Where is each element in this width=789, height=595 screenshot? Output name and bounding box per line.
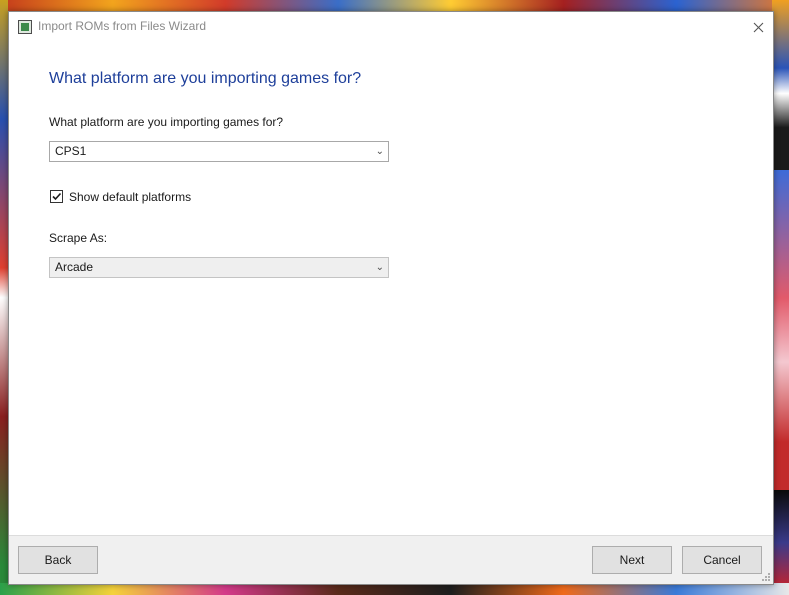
title-bar: Import ROMs from Files Wizard: [9, 12, 773, 42]
next-button[interactable]: Next: [592, 546, 672, 574]
wizard-footer: Back Next Cancel: [9, 535, 773, 584]
platform-dropdown[interactable]: CPS1 ⌄: [49, 141, 389, 162]
checkmark-icon: [52, 192, 62, 201]
chevron-down-icon: ⌄: [375, 146, 384, 157]
close-icon: [753, 22, 763, 32]
app-icon: [18, 20, 32, 34]
platform-label: What platform are you importing games fo…: [49, 115, 284, 129]
back-button[interactable]: Back: [18, 546, 98, 574]
page-heading: What platform are you importing games fo…: [49, 70, 362, 87]
cancel-button[interactable]: Cancel: [682, 546, 762, 574]
show-default-platforms-label[interactable]: Show default platforms: [69, 190, 191, 204]
show-default-platforms-checkbox[interactable]: [50, 190, 63, 203]
platform-value: CPS1: [55, 144, 87, 158]
close-button[interactable]: [743, 12, 773, 42]
scrape-as-value: Arcade: [55, 260, 94, 274]
chevron-down-icon: ⌄: [375, 262, 384, 273]
resize-grip-icon[interactable]: [761, 572, 771, 582]
import-wizard-window: Import ROMs from Files Wizard What platf…: [8, 11, 774, 585]
scrape-as-label: Scrape As:: [49, 231, 108, 245]
scrape-as-dropdown[interactable]: Arcade ⌄: [49, 257, 389, 278]
window-title: Import ROMs from Files Wizard: [38, 19, 207, 33]
